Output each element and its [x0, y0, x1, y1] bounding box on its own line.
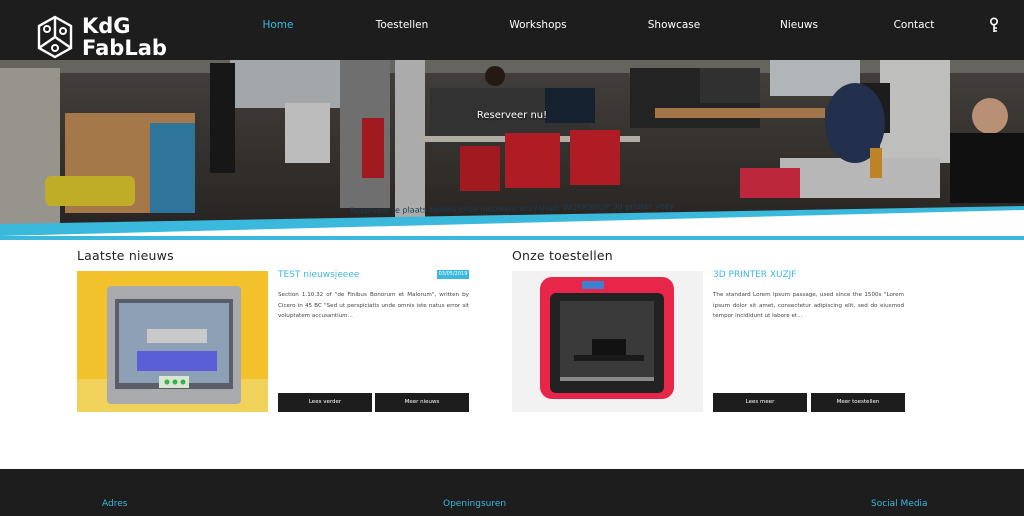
top-navigation-bar: KdG FabLab Home Toestellen Workshops Sho… [0, 0, 1024, 60]
device-image[interactable] [512, 271, 703, 412]
nav-contact[interactable]: Contact [894, 19, 935, 31]
main-nav: Home Toestellen Workshops Showcase Nieuw… [0, 19, 1024, 33]
device-title-link[interactable]: 3D PRINTER XUZJF [713, 270, 796, 280]
nav-workshops[interactable]: Workshops [509, 19, 566, 31]
nav-showcase[interactable]: Showcase [648, 19, 700, 31]
device-printer-photo [512, 271, 703, 412]
news-date-badge: 03/05/2019 [437, 270, 469, 279]
read-more-news-button[interactable]: Lees verder [278, 393, 372, 412]
logo-line-2: FabLab [82, 36, 167, 60]
more-devices-button[interactable]: Meer toestellen [811, 393, 905, 412]
latest-news-heading: Laatste nieuws [77, 248, 174, 263]
news-title-link[interactable]: TEST nieuwsjeeee [278, 270, 359, 280]
news-image[interactable] [77, 271, 268, 412]
nav-home[interactable]: Home [262, 19, 293, 31]
device-excerpt: The standard Lorem Ipsum passage, used s… [713, 292, 904, 319]
footer-hours-heading: Openingsuren [443, 499, 507, 509]
read-more-device-button[interactable]: Lees meer [713, 393, 807, 412]
footer: Adres Openingsuren Social Media [0, 469, 1024, 516]
news-printer-photo [77, 271, 268, 412]
nav-toestellen[interactable]: Toestellen [376, 19, 429, 31]
band-bottom-edge [0, 210, 1024, 236]
more-news-button[interactable]: Meer nieuws [375, 393, 469, 412]
devices-heading: Onze toestellen [512, 248, 613, 263]
footer-address-heading: Adres [102, 499, 128, 509]
news-excerpt: Section 1.10.32 of "de Finibus Bonorum e… [278, 292, 469, 319]
user-key-icon[interactable] [988, 17, 1002, 33]
reserve-now-link[interactable]: Reserveer nu! [477, 110, 547, 121]
footer-social-heading: Social Media [871, 499, 928, 509]
nav-nieuws[interactable]: Nieuws [780, 19, 818, 31]
